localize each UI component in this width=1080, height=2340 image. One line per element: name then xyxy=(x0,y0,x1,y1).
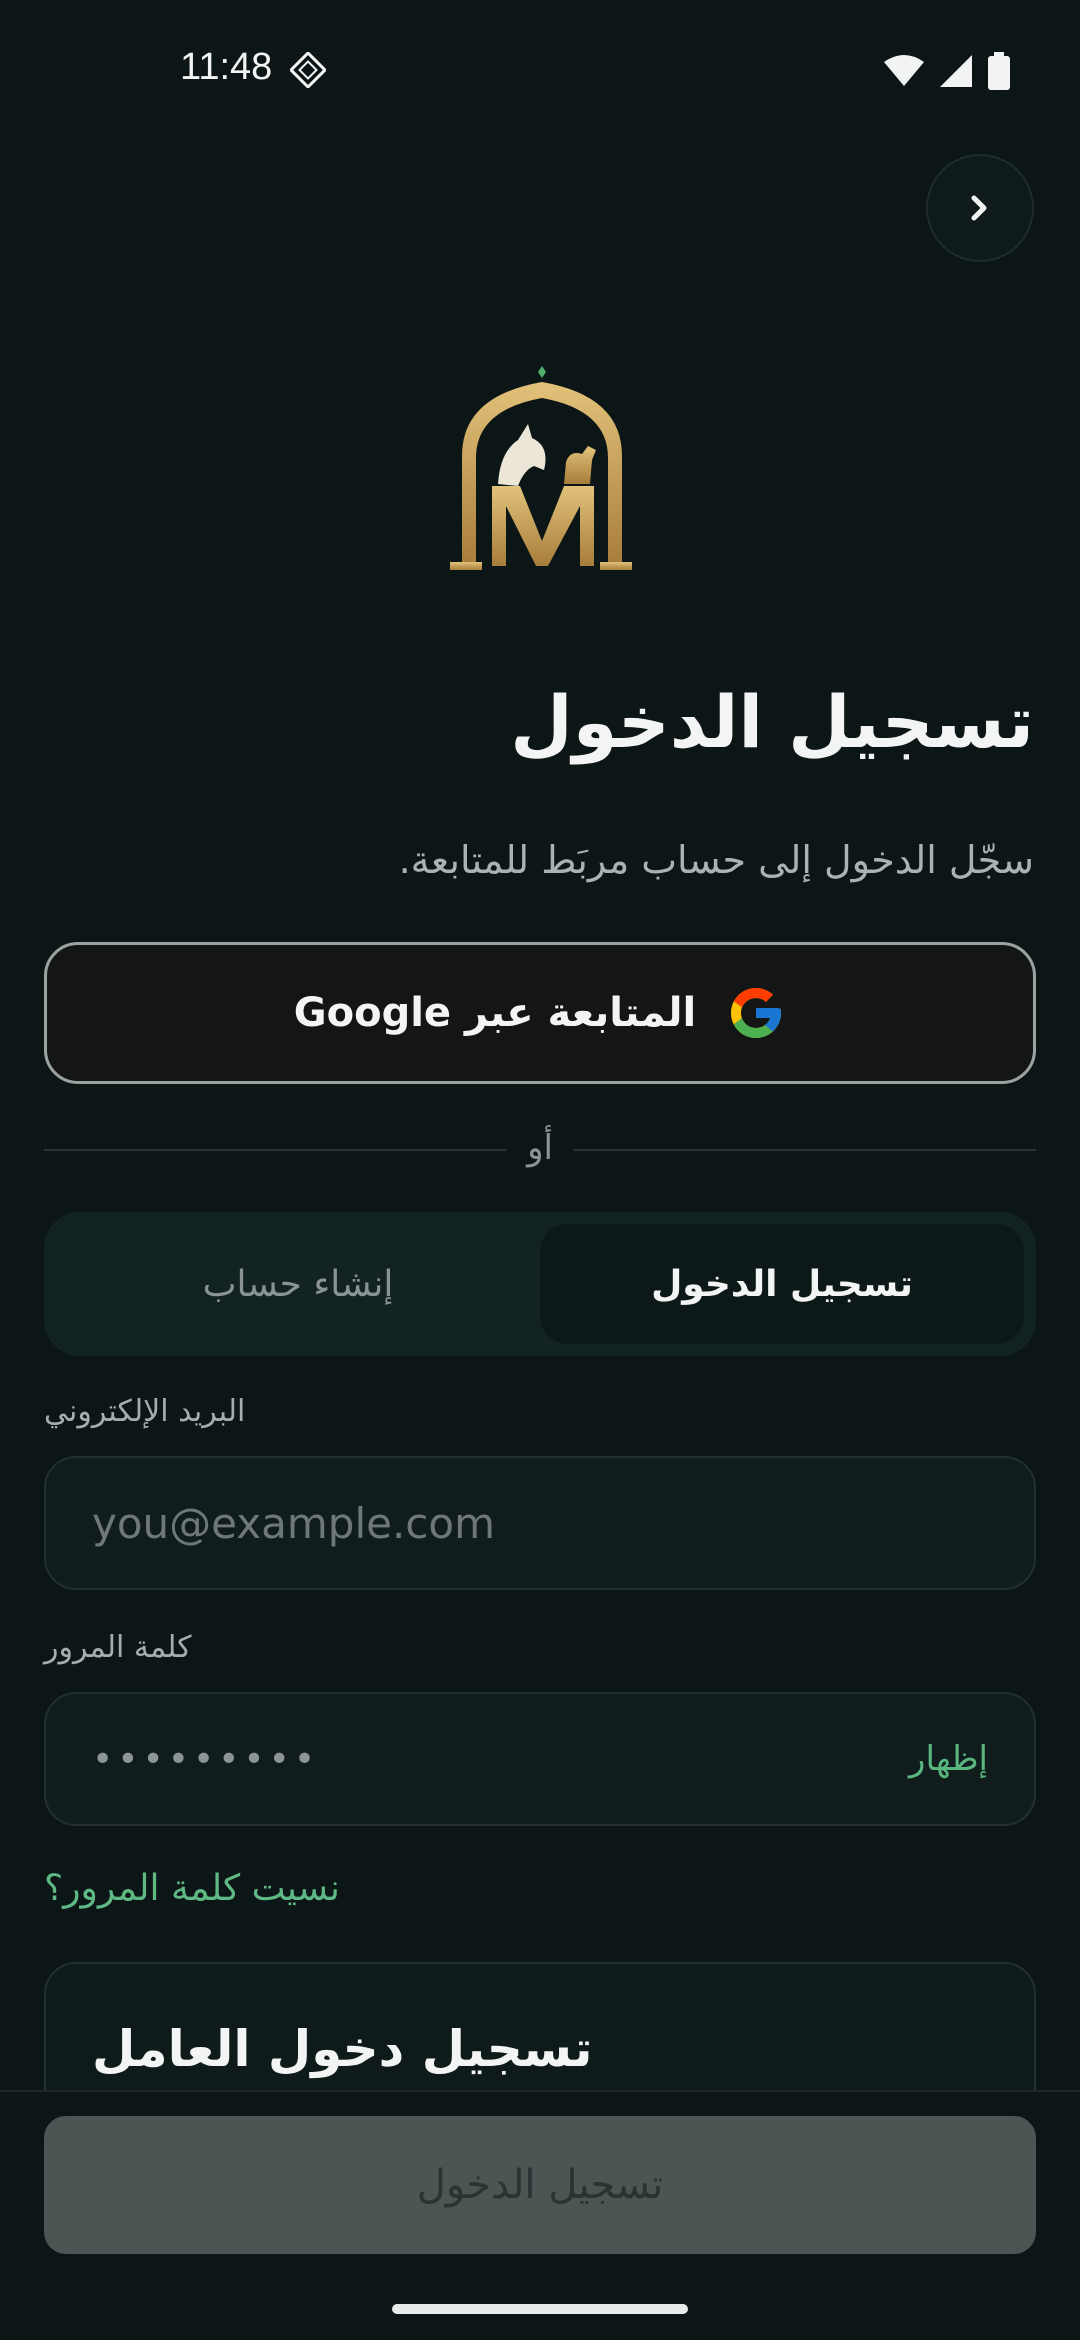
system-icons xyxy=(884,52,1010,90)
tab-login[interactable]: تسجيل الدخول xyxy=(540,1224,1024,1344)
google-icon xyxy=(731,988,782,1038)
status-time: 11:48 xyxy=(180,46,273,88)
back-button[interactable] xyxy=(926,154,1034,262)
signal-icon xyxy=(940,55,972,87)
google-signin-button[interactable]: المتابعة عبر Google xyxy=(44,942,1036,1084)
status-bar: 11:48 xyxy=(0,0,1080,140)
divider-label: أو xyxy=(527,1128,553,1168)
battery-icon xyxy=(988,52,1010,90)
login-submit-button[interactable]: تسجيل الدخول xyxy=(44,2116,1036,2254)
login-screen: 11:48 تسجيل الدخول سجّل الدخول إلى حساب … xyxy=(0,0,1080,2340)
page-title: تسجيل الدخول xyxy=(510,680,1034,764)
email-field-container xyxy=(44,1456,1036,1590)
password-value: ••••••••• xyxy=(92,1738,320,1780)
divider-line-right xyxy=(574,1149,1036,1151)
wifi-icon xyxy=(884,55,924,86)
email-label: البريد الإلكتروني xyxy=(44,1394,246,1429)
arch-horse-camel-logo xyxy=(450,366,632,570)
page-subtitle: سجّل الدخول إلى حساب مربَط للمتابعة. xyxy=(398,838,1034,882)
bottom-action-bar: تسجيل الدخول xyxy=(0,2090,1080,2340)
home-indicator[interactable] xyxy=(392,2304,688,2314)
chevron-right-icon xyxy=(971,195,987,221)
email-field[interactable] xyxy=(92,1498,988,1548)
or-divider: أو xyxy=(44,1126,1036,1174)
show-password-toggle[interactable]: إظهار xyxy=(909,1739,988,1779)
auth-mode-tabs: إنشاء حساب تسجيل الدخول xyxy=(44,1212,1036,1356)
password-field[interactable]: ••••••••• إظهار xyxy=(44,1692,1036,1826)
sim-icon xyxy=(290,52,326,88)
worker-login-title: تسجيل دخول العامل xyxy=(92,2020,593,2078)
google-button-label: المتابعة عبر Google xyxy=(293,990,697,1036)
password-label: كلمة المرور xyxy=(44,1630,192,1665)
tab-signup[interactable]: إنشاء حساب xyxy=(56,1224,540,1344)
forgot-password-link[interactable]: نسيت كلمة المرور؟ xyxy=(44,1868,340,1909)
